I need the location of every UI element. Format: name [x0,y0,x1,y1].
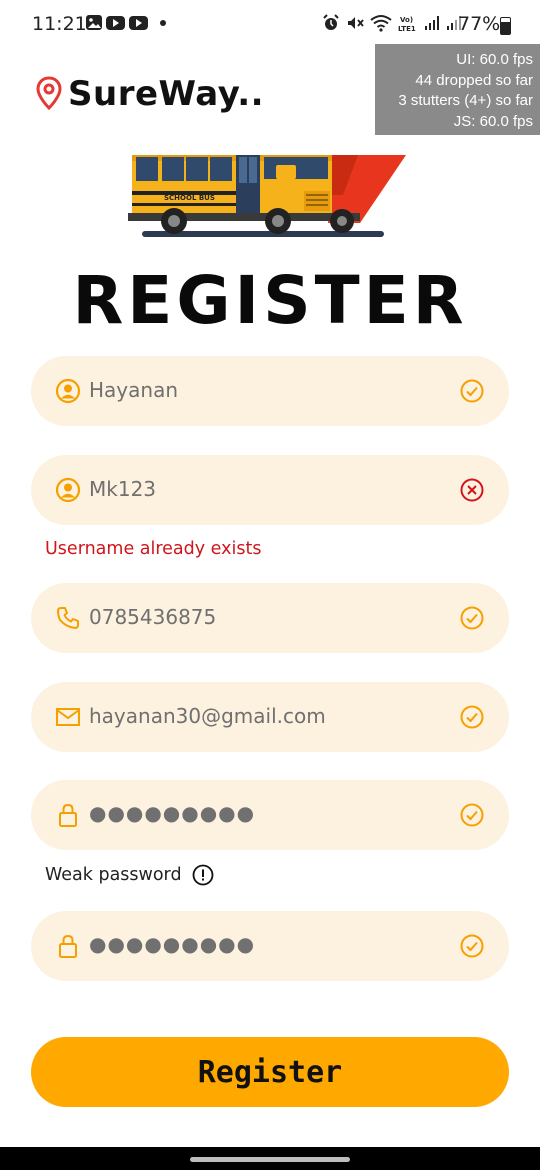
mail-icon [56,708,80,726]
email-field[interactable]: hayanan30@gmail.com [31,682,509,752]
lock-icon [59,803,77,827]
bus-label: SCHOOL BUS [164,194,215,202]
email-value: hayanan30@gmail.com [89,704,326,728]
status-right-icons: Vo) LTE1 [322,14,462,32]
signal-icon [425,16,439,30]
notification-dot [160,19,166,26]
user-icon [55,477,81,503]
check-circle-icon [460,379,484,403]
username-value: Mk123 [89,477,157,501]
wifi-icon [370,15,392,32]
phone-field[interactable]: 0785436875 [31,583,509,653]
brand-name: SureWay.. [68,74,265,114]
lock-icon [59,934,77,958]
confirm-password-value: ●●●●●●●●● [89,932,256,956]
confirm-password-field[interactable]: ●●●●●●●●● [31,911,509,981]
status-time: 11:21 [32,13,87,35]
perf-ui-fps: UI: 60.0 fps [456,51,533,68]
perf-js-fps: JS: 60.0 fps [453,112,533,130]
info-alert-icon[interactable] [192,864,214,886]
check-circle-icon [460,934,484,958]
school-bus-illustration: SCHOOL BUS [128,155,406,237]
svg-text:LTE1: LTE1 [398,25,416,32]
home-gesture-handle[interactable] [190,1157,350,1162]
error-circle-icon [460,478,484,502]
alarm-icon [323,14,339,30]
perf-dropped: 44 dropped so far [415,71,533,89]
user-icon [55,378,81,404]
password-strength-hint: Weak password [45,864,214,886]
battery-percent: 77% [458,13,501,35]
full-name-value: Hayanan [89,378,178,402]
svg-text:Vo): Vo) [400,16,413,24]
phone-value: 0785436875 [89,605,217,629]
password-field[interactable]: ●●●●●●●●● [31,780,509,850]
full-name-field[interactable]: Hayanan [31,356,509,426]
mute-icon [348,17,364,29]
perf-stutters: 3 stutters (4+) so far [398,92,533,109]
gallery-icon [86,15,102,30]
status-left-icons [86,15,166,30]
location-pin-icon [36,76,62,110]
username-field[interactable]: Mk123 [31,455,509,525]
youtube-icon [129,15,148,30]
check-circle-icon [460,606,484,630]
phone-icon [57,607,79,629]
register-button[interactable]: Register [31,1037,509,1107]
username-error: Username already exists [45,539,262,559]
perf-monitor-overlay: UI: 60.0 fps 44 dropped so far 3 stutter… [375,44,540,135]
check-circle-icon [460,803,484,827]
volte-icon: Vo) LTE1 [398,16,416,32]
page-title: REGISTER [72,262,468,339]
check-circle-icon [460,705,484,729]
password-strength-text: Weak password [45,865,182,885]
password-value: ●●●●●●●●● [89,801,256,825]
youtube-icon [106,15,125,30]
battery-icon [500,17,511,35]
